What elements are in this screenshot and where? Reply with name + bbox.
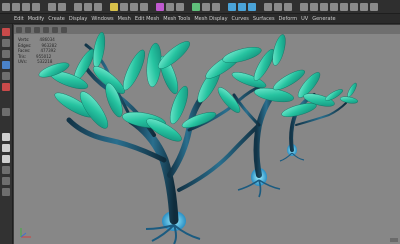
layers-icon[interactable] xyxy=(284,2,292,11)
render-settings-icon[interactable] xyxy=(176,2,184,11)
select-hierarchy-icon[interactable] xyxy=(74,2,82,11)
select-tool-icon[interactable] xyxy=(2,28,10,36)
open-scene-icon[interactable] xyxy=(22,2,30,11)
snap-grid-icon[interactable] xyxy=(110,2,118,11)
attribute-editor-icon[interactable] xyxy=(202,2,210,11)
rotate-tool-icon[interactable] xyxy=(2,72,10,80)
z-axis-icon[interactable] xyxy=(248,2,256,11)
layout-side-icon[interactable] xyxy=(2,155,10,163)
redo-icon[interactable] xyxy=(58,2,66,11)
menu-modify[interactable]: Modify xyxy=(28,14,45,24)
menu-mesh-display[interactable]: Mesh Display xyxy=(194,14,227,24)
wireframe-icon[interactable] xyxy=(320,2,328,11)
viewport-corner-handle[interactable] xyxy=(390,238,398,242)
modeling-toolkit-icon[interactable] xyxy=(192,2,200,11)
layout-graph-icon[interactable] xyxy=(2,188,10,196)
menu-mesh-tools[interactable]: Mesh Tools xyxy=(163,14,190,24)
outliner-icon[interactable] xyxy=(274,2,282,11)
save-scene-icon[interactable] xyxy=(32,2,40,11)
select-component-icon[interactable] xyxy=(94,2,102,11)
last-tool-icon[interactable] xyxy=(2,108,10,116)
menu-uv[interactable]: UV xyxy=(301,14,308,24)
lighting-icon[interactable] xyxy=(350,2,358,11)
channel-box-icon[interactable] xyxy=(264,2,272,11)
layout-four-icon[interactable] xyxy=(2,144,10,152)
menu-bar: Edit Modify Create Display Windows Mesh … xyxy=(0,14,400,24)
layout-single-icon[interactable] xyxy=(2,133,10,141)
snap-point-icon[interactable] xyxy=(130,2,138,11)
menu-display[interactable]: Display xyxy=(69,14,87,24)
menu-edit[interactable]: Edit xyxy=(14,14,24,24)
camera-icon[interactable] xyxy=(300,2,308,11)
ipr-render-icon[interactable] xyxy=(166,2,174,11)
move-tool-icon[interactable] xyxy=(2,61,10,69)
scale-tool-icon[interactable] xyxy=(2,83,10,91)
texture-icon[interactable] xyxy=(340,2,348,11)
paint-select-icon[interactable] xyxy=(2,50,10,58)
plant-model[interactable] xyxy=(14,25,400,244)
new-scene-icon[interactable] xyxy=(12,2,20,11)
leaves xyxy=(38,32,359,142)
undo-icon[interactable] xyxy=(48,2,56,11)
menu-curves[interactable]: Curves xyxy=(232,14,249,24)
perspective-viewport[interactable]: Verts: 486034 Edges: 963282 Faces: 477392 T… xyxy=(14,25,400,244)
xray-icon[interactable] xyxy=(370,2,378,11)
tool-settings-icon[interactable] xyxy=(212,2,220,11)
toolbox xyxy=(0,24,13,244)
menu-edit-mesh[interactable]: Edit Mesh xyxy=(135,14,159,24)
main-toolbar xyxy=(0,0,400,14)
menu-deform[interactable]: Deform xyxy=(279,14,298,24)
lasso-tool-icon[interactable] xyxy=(2,39,10,47)
view-axis-icon xyxy=(20,228,31,238)
snap-view-icon[interactable] xyxy=(140,2,148,11)
smooth-shade-icon[interactable] xyxy=(330,2,338,11)
layout-persp-icon[interactable] xyxy=(2,166,10,174)
menu-surfaces[interactable]: Surfaces xyxy=(253,14,275,24)
menu-create[interactable]: Create xyxy=(48,14,65,24)
layout-outliner-icon[interactable] xyxy=(2,177,10,185)
x-axis-icon[interactable] xyxy=(228,2,236,11)
menu-generate[interactable]: Generate xyxy=(312,14,335,24)
menu-windows[interactable]: Windows xyxy=(91,14,113,24)
render-icon[interactable] xyxy=(156,2,164,11)
select-object-icon[interactable] xyxy=(84,2,92,11)
shadow-icon[interactable] xyxy=(360,2,368,11)
y-axis-icon[interactable] xyxy=(238,2,246,11)
grid-icon[interactable] xyxy=(310,2,318,11)
menu-set-icon[interactable] xyxy=(2,2,10,11)
snap-curve-icon[interactable] xyxy=(120,2,128,11)
menu-mesh[interactable]: Mesh xyxy=(118,14,131,24)
